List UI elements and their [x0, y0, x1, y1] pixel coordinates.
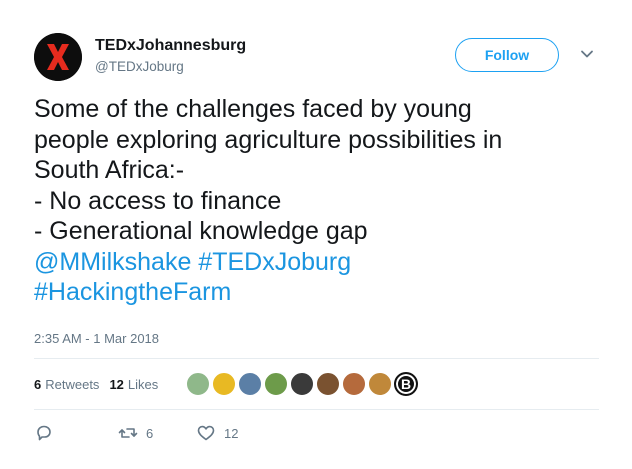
retweet-button[interactable]: 6 [118, 423, 153, 443]
hashtag-link[interactable]: #TEDxJoburg [198, 248, 351, 276]
tweet-line: people exploring agriculture possibiliti… [34, 125, 503, 154]
liker-avatar-8[interactable] [368, 372, 392, 396]
liker-avatar-3[interactable] [238, 372, 262, 396]
hashtag-link[interactable]: #HackingtheFarm [34, 278, 231, 306]
liker-avatar-1[interactable] [186, 372, 210, 396]
liker-avatar-5[interactable] [290, 372, 314, 396]
tweet-line: - No access to finance [34, 186, 282, 215]
retweet-count: 6 [146, 425, 154, 441]
tweet-text: Some of the challenges faced by young pe… [34, 94, 614, 308]
retweets-stat[interactable]: 6 Retweets [34, 377, 99, 392]
reply-button[interactable] [34, 423, 54, 443]
tweet-stats: 6 Retweets 12 Likes [34, 377, 168, 392]
retweets-label: Retweets [45, 377, 100, 392]
liker-avatars: B [186, 372, 420, 396]
account-avatar[interactable] [34, 33, 82, 81]
heart-icon [197, 425, 215, 441]
tweet-line: - Generational knowledge gap [34, 217, 368, 245]
more-options-chevron-down-icon[interactable] [578, 45, 596, 63]
likes-label: Likes [127, 377, 159, 392]
divider [34, 358, 599, 359]
account-name[interactable]: TEDxJohannesburg [95, 37, 246, 55]
liker-avatar-4[interactable] [264, 372, 288, 396]
retweet-icon [118, 428, 138, 438]
liker-avatar-7[interactable] [342, 372, 366, 396]
mention-link[interactable]: @MMilkshake [34, 248, 191, 276]
account-handle[interactable]: @TEDxJoburg [95, 59, 184, 74]
retweets-count: 6 [34, 377, 42, 392]
like-button[interactable]: 12 [196, 423, 238, 443]
tweet-timestamp[interactable]: 2:35 AM - 1 Mar 2018 [34, 331, 159, 346]
likes-count: 12 [109, 377, 124, 392]
reply-icon [37, 425, 51, 441]
follow-button[interactable]: Follow [455, 38, 559, 72]
liker-avatar-2[interactable] [212, 372, 236, 396]
like-count: 12 [224, 425, 239, 441]
liker-avatar-6[interactable] [316, 372, 340, 396]
liker-avatar-9[interactable]: B [394, 372, 418, 396]
likes-stat[interactable]: 12 Likes [109, 377, 158, 392]
tedx-logo-icon [34, 33, 82, 81]
tweet-line: Some of the challenges faced by young [34, 95, 472, 123]
divider [34, 409, 599, 410]
tweet-line: South Africa:- [34, 156, 185, 184]
